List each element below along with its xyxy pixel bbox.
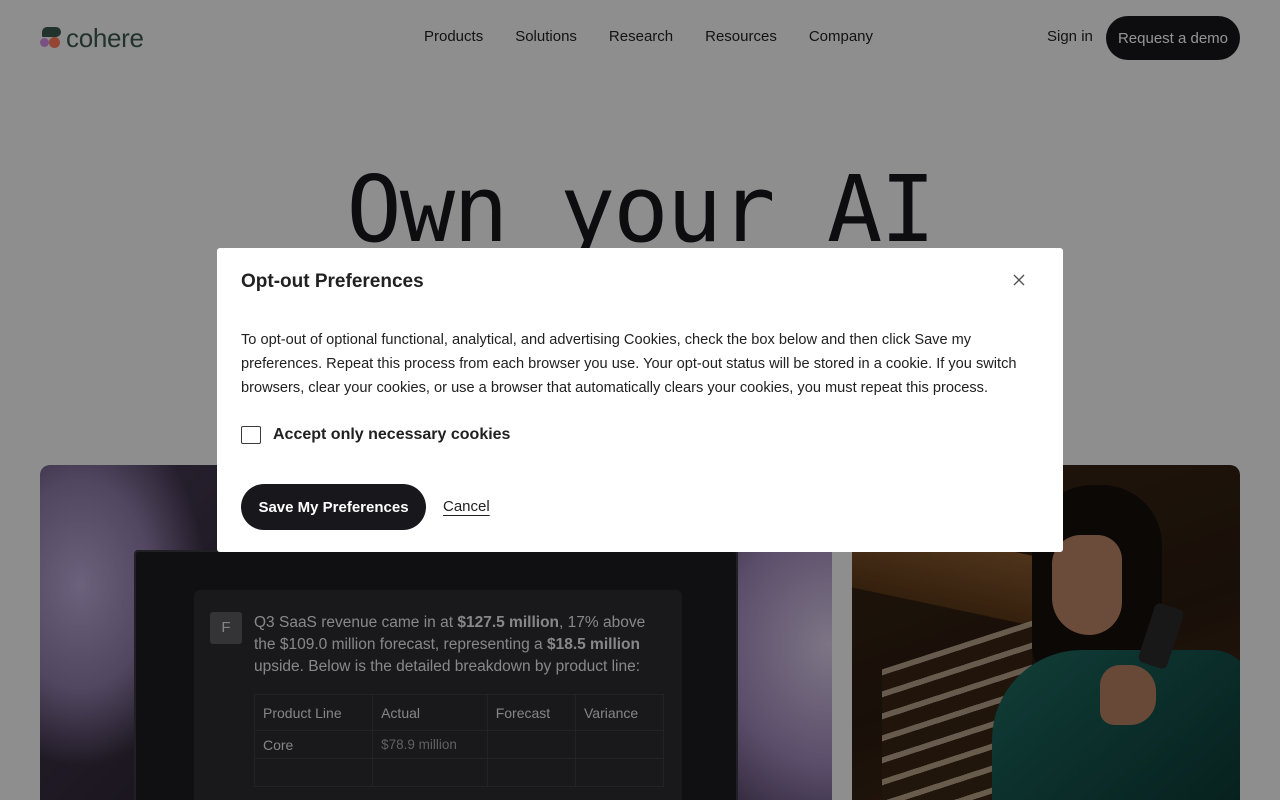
close-button[interactable] xyxy=(1009,270,1029,290)
cancel-link[interactable]: Cancel xyxy=(443,498,490,515)
close-icon xyxy=(1013,274,1025,286)
necessary-cookies-label[interactable]: Accept only necessary cookies xyxy=(273,426,510,444)
dialog-title: Opt-out Preferences xyxy=(241,271,424,292)
necessary-cookies-option: Accept only necessary cookies xyxy=(241,426,510,444)
opt-out-preferences-dialog: Opt-out Preferences To opt-out of option… xyxy=(217,248,1063,552)
save-preferences-button[interactable]: Save My Preferences xyxy=(241,484,426,530)
dialog-description: To opt-out of optional functional, analy… xyxy=(241,332,1017,396)
necessary-cookies-checkbox[interactable] xyxy=(241,426,261,444)
